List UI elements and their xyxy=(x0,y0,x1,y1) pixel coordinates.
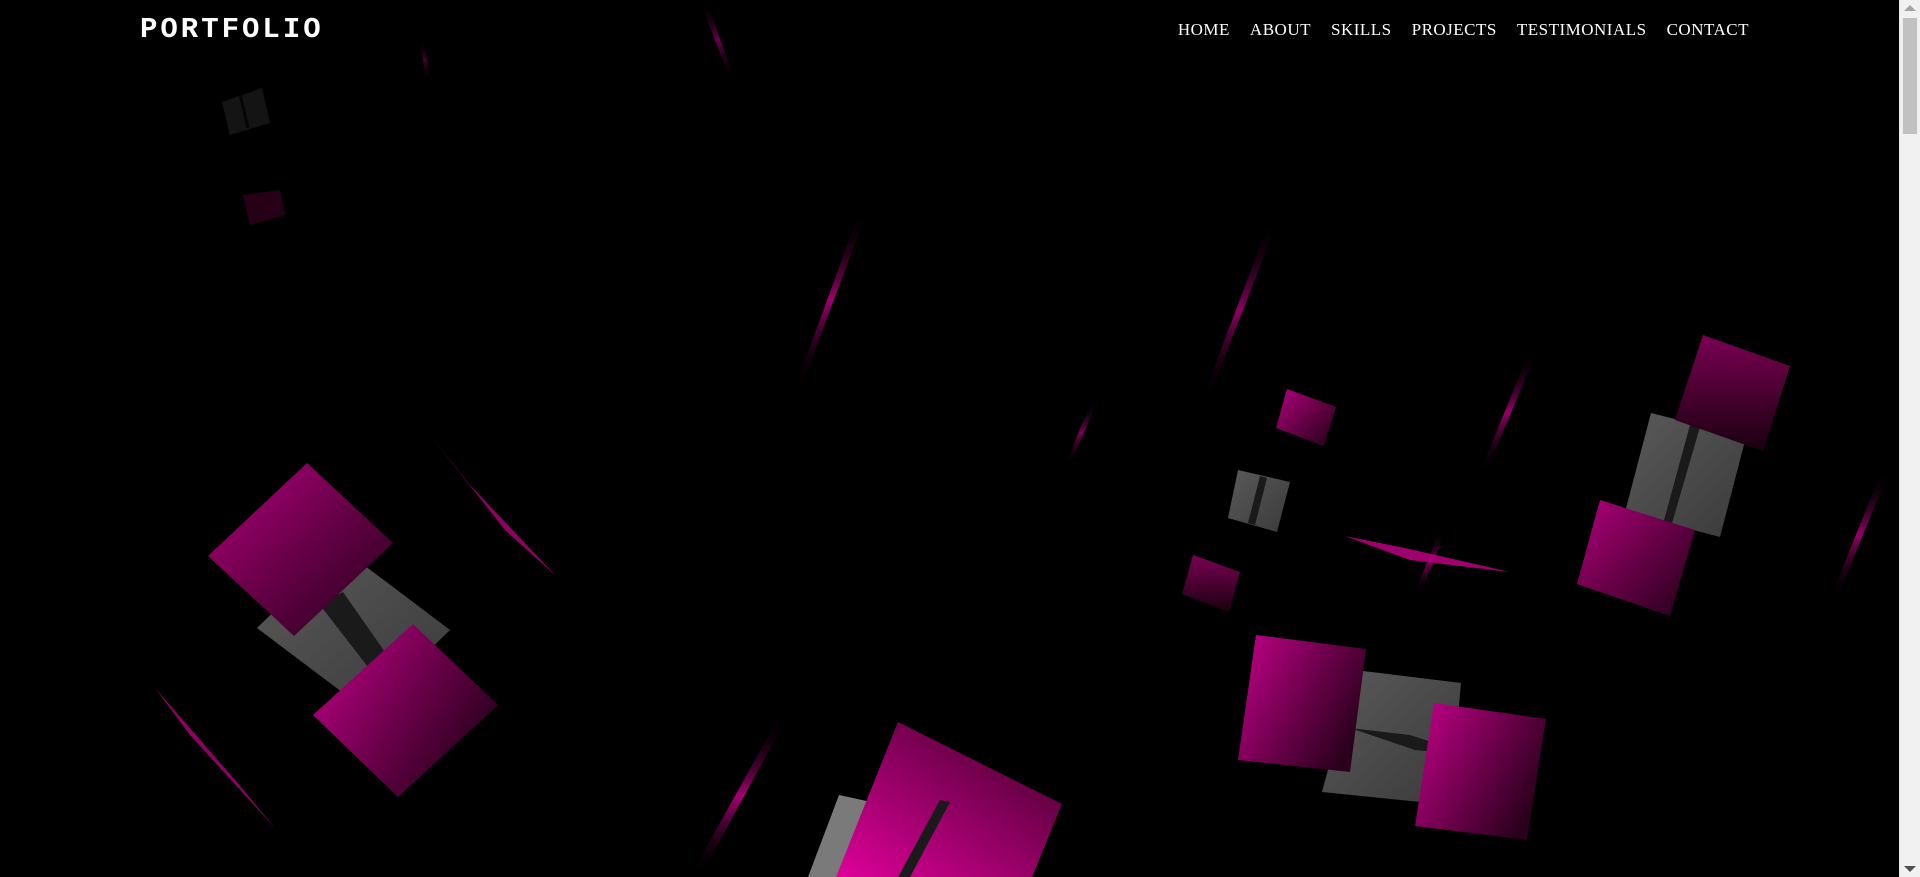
nav-link-skills[interactable]: SKILLS xyxy=(1331,20,1392,40)
streak-5 xyxy=(1831,470,1888,600)
cube-cluster-left xyxy=(208,463,498,797)
streak-6 xyxy=(690,715,786,877)
streak-2 xyxy=(1203,220,1276,400)
cube-small-magenta-1 xyxy=(1276,389,1336,446)
nav-link-about[interactable]: ABOUT xyxy=(1250,20,1311,40)
faint-cube-top-left xyxy=(222,88,270,135)
scroll-down-arrow-icon[interactable] xyxy=(1904,866,1916,872)
top-navbar: PORTFOLIO HOME ABOUT SKILLS PROJECTS TES… xyxy=(0,0,1899,62)
site-logo[interactable]: PORTFOLIO xyxy=(140,13,324,46)
faint-magenta-top-left xyxy=(243,190,285,225)
streak-3 xyxy=(1066,400,1097,465)
page-scrollbar[interactable] xyxy=(1899,0,1920,877)
streak-4 xyxy=(1480,350,1536,475)
hero-3d-background xyxy=(155,0,1888,877)
nav-link-home[interactable]: HOME xyxy=(1178,20,1230,40)
cube-cluster-bottom-center xyxy=(808,722,1062,877)
nav-link-projects[interactable]: PROJECTS xyxy=(1412,20,1497,40)
page-viewport: PORTFOLIO HOME ABOUT SKILLS PROJECTS TES… xyxy=(0,0,1899,877)
cube-small-magenta-2 xyxy=(1182,555,1240,612)
nav-link-testimonials[interactable]: TESTIMONIALS xyxy=(1517,20,1647,40)
streak-1 xyxy=(795,210,866,390)
cube-cluster-right-top xyxy=(1577,335,1790,616)
cube-cluster-right-bottom xyxy=(1238,635,1546,840)
shard-left-upper xyxy=(430,435,555,575)
nav-link-contact[interactable]: CONTACT xyxy=(1667,20,1749,40)
scrollbar-thumb[interactable] xyxy=(1903,18,1917,134)
scroll-up-arrow-icon[interactable] xyxy=(1904,5,1916,11)
shard-left-lower xyxy=(155,688,275,828)
nav-links: HOME ABOUT SKILLS PROJECTS TESTIMONIALS … xyxy=(1158,20,1749,40)
cube-small-gray-1 xyxy=(1228,470,1290,532)
